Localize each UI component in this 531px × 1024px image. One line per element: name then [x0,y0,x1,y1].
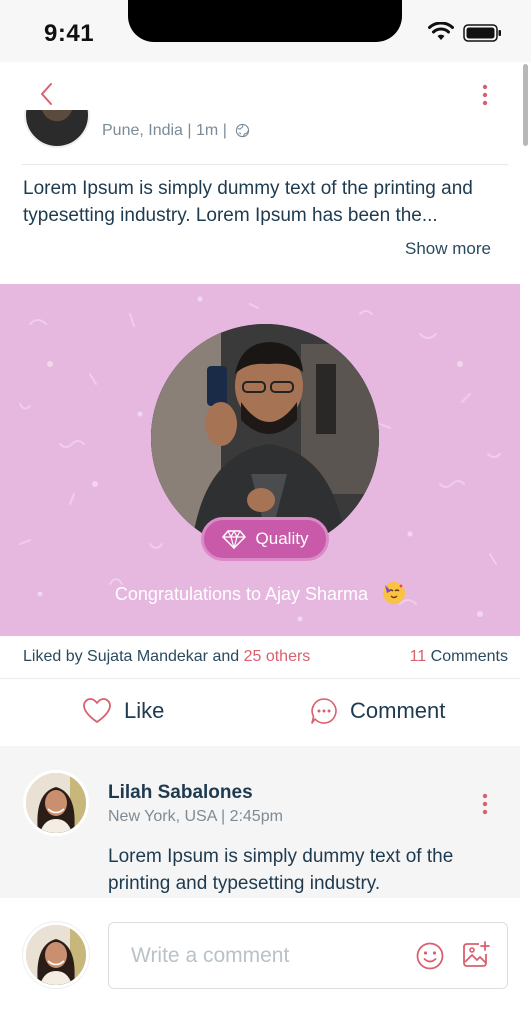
author-avatar[interactable] [24,110,90,148]
post-body: Lorem Ipsum is simply dummy text of the … [23,178,473,226]
comment-composer: Write a comment [0,898,531,1024]
commenter-name[interactable]: Lilah Sabalones [108,782,253,804]
author-location: Pune, India [102,122,183,139]
congrats-message-text: Congratulations to Ajay Sharma [114,584,369,604]
congrats-card: Quality Congratulations to Ajay Sharma [0,284,520,636]
meta-separator: | [222,122,232,139]
post-header: Pune, India | 1m | [0,110,520,164]
quality-badge: Quality [201,517,329,561]
comments-count[interactable]: 11 Comments [410,648,508,666]
meta-separator: | [220,808,230,825]
party-emoji [383,582,406,604]
globe-icon [236,123,250,138]
action-row: Like Comment [0,679,520,746]
divider [22,164,508,165]
comment-thread: Lilah Sabalones New York, USA | 2:45pm L… [0,746,520,898]
liked-by-others[interactable]: 25 others [244,648,311,665]
commenter-meta: New York, USA | 2:45pm [108,808,283,826]
image-add-icon[interactable] [461,940,491,970]
scrollbar[interactable] [523,64,528,146]
chat-bubble-icon [311,698,337,724]
badge-label: Quality [255,529,309,548]
comment-placeholder: Write a comment [131,944,290,967]
show-more-link[interactable]: Show more [405,239,491,259]
like-button[interactable]: Like [82,697,164,725]
post-time: 1m [196,122,219,139]
comment-text: Lorem Ipsum is simply dummy text of the … [108,846,454,894]
self-avatar [23,922,89,988]
back-icon[interactable] [36,80,58,108]
like-label: Like [124,698,165,723]
commenter-avatar[interactable] [23,770,89,836]
liked-by[interactable]: Liked by Sujata Mandekar and 25 others [23,648,310,666]
wifi-icon [428,22,454,40]
author-meta: Pune, India | 1m | [102,122,250,140]
device-notch [128,0,402,42]
comment-label: Comment [350,698,446,723]
congrats-message: Congratulations to Ajay Sharma [0,582,520,605]
meta-separator: | [187,122,197,139]
comment-time: 2:45pm [229,808,283,825]
smiley-icon[interactable] [415,941,445,971]
heart-icon [83,698,111,723]
comment-count-label: Comments [426,648,508,665]
more-vertical-icon[interactable] [478,792,492,816]
status-time: 9:41 [44,20,95,47]
likes-summary: Liked by Sujata Mandekar and 25 others 1… [0,636,520,678]
status-bar: 9:41 [0,0,531,62]
battery-icon [463,24,501,42]
diamond-icon [221,529,246,549]
comment-count-number: 11 [409,648,427,665]
commenter-location: New York, USA [108,808,217,825]
comment-input[interactable]: Write a comment [108,922,508,989]
liked-by-prefix: Liked by Sujata Mandekar and [23,648,244,665]
more-vertical-icon[interactable] [478,82,492,108]
comment-button[interactable]: Comment [310,697,445,725]
